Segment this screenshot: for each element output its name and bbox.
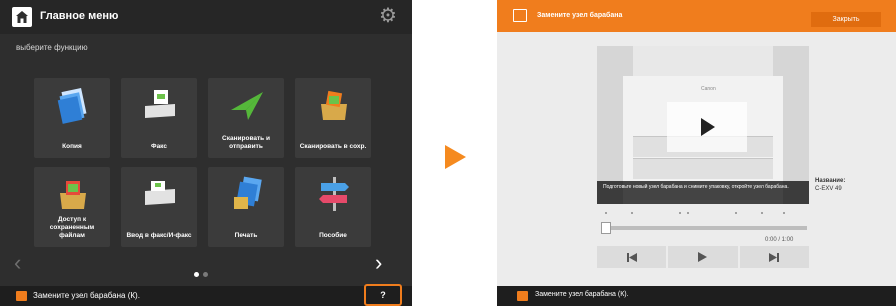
home-button[interactable] xyxy=(12,7,32,27)
playback-controls xyxy=(597,246,809,268)
status-bar[interactable]: Замените узел барабана (К). xyxy=(497,286,896,306)
play-button[interactable] xyxy=(668,246,738,268)
tile-fax[interactable]: Факс xyxy=(121,78,197,158)
skip-back-button[interactable] xyxy=(597,246,667,268)
guide-icon xyxy=(319,177,349,211)
page-indicator xyxy=(194,264,212,282)
skip-forward-button[interactable] xyxy=(739,246,809,268)
tile-fax-input[interactable]: Ввод в факс/И-факс xyxy=(121,167,197,247)
chapter-tick xyxy=(679,212,681,214)
playback-time: 0:00 / 1:00 xyxy=(765,237,794,243)
skip-back-icon xyxy=(626,252,637,262)
previous-page-chevron-icon[interactable]: ‹ xyxy=(14,252,21,274)
seek-bar[interactable] xyxy=(607,226,807,230)
settings-gear-icon[interactable]: ⚙ xyxy=(378,6,398,26)
status-warning-icon xyxy=(16,291,27,301)
play-overlay-button[interactable] xyxy=(667,102,747,152)
status-warning-icon xyxy=(517,291,528,301)
play-icon xyxy=(698,252,708,262)
status-message: Замените узел барабана (К). xyxy=(33,291,140,300)
function-prompt: выберите функцию xyxy=(16,43,88,52)
seek-handle[interactable] xyxy=(601,222,611,234)
fax-icon xyxy=(145,90,175,118)
video-frame-drawer xyxy=(633,158,773,179)
tile-copy[interactable]: Копия xyxy=(34,78,110,158)
chapter-tick xyxy=(605,212,607,214)
tile-print[interactable]: Печать xyxy=(208,167,284,247)
consumable-name-value: C-EXV 49 xyxy=(815,186,842,192)
page-title: Главное меню xyxy=(40,10,119,22)
tile-label: Сканировать в сохр. xyxy=(299,143,367,150)
guide-video-label: ? xyxy=(380,290,386,300)
fax-input-icon xyxy=(145,181,175,205)
status-message: Замените узел барабана (К). xyxy=(535,291,629,298)
page-dot-active xyxy=(194,272,199,277)
chapter-tick xyxy=(735,212,737,214)
tile-label: Сканировать и отправить xyxy=(222,135,270,150)
tile-stored-files[interactable]: Доступ к сохраненным файлам xyxy=(34,167,110,247)
tile-label: Копия xyxy=(62,143,82,150)
consumable-name-label: Название: xyxy=(815,178,846,184)
copy-icon xyxy=(57,87,87,124)
guide-video-button[interactable]: ? xyxy=(364,284,402,306)
page-dot xyxy=(203,272,208,277)
video-guide-header: Замените узел барабана Закрыть xyxy=(497,0,896,32)
video-frame-machine-top xyxy=(633,46,773,76)
tile-label: Факс xyxy=(151,143,167,150)
tile-label: Пособие xyxy=(319,232,347,239)
chapter-tick xyxy=(783,212,785,214)
close-button[interactable]: Закрыть xyxy=(811,12,881,27)
scan-store-icon xyxy=(321,90,347,120)
chapter-ticks xyxy=(605,212,805,218)
scan-send-icon xyxy=(231,92,263,120)
main-menu-header: Главное меню ⚙ xyxy=(0,0,412,34)
skip-forward-icon xyxy=(769,252,780,262)
stored-files-icon xyxy=(60,181,86,209)
chapter-tick xyxy=(761,212,763,214)
tile-scan-store[interactable]: Сканировать в сохр. xyxy=(295,78,371,158)
video-guide-title: Замените узел барабана xyxy=(537,12,623,19)
tile-guide[interactable]: Пособие xyxy=(295,167,371,247)
transition-arrow-icon xyxy=(445,145,466,169)
video-guide-icon xyxy=(513,9,527,22)
status-bar[interactable]: Замените узел барабана (К). xyxy=(0,286,412,306)
video-caption: Подготовьте новый узел барабана и снимит… xyxy=(597,181,809,204)
print-icon xyxy=(234,176,262,209)
tile-scan-send[interactable]: Сканировать и отправить xyxy=(208,78,284,158)
tile-label: Доступ к сохраненным файлам xyxy=(49,216,95,239)
tile-label: Печать xyxy=(234,232,258,239)
main-menu-screen: Главное меню ⚙ выберите функцию Копия Фа… xyxy=(0,0,412,306)
video-frame-brand: Canon xyxy=(701,86,716,92)
video-player[interactable]: Canon Подготовьте новый узел барабана и … xyxy=(597,46,809,204)
home-icon xyxy=(16,11,28,23)
chapter-tick xyxy=(631,212,633,214)
play-icon xyxy=(701,118,715,136)
video-guide-screen: Замените узел барабана Закрыть Canon Под… xyxy=(497,0,896,306)
next-page-chevron-icon[interactable]: › xyxy=(375,252,382,274)
chapter-tick xyxy=(687,212,689,214)
tile-label: Ввод в факс/И-факс xyxy=(126,232,192,239)
